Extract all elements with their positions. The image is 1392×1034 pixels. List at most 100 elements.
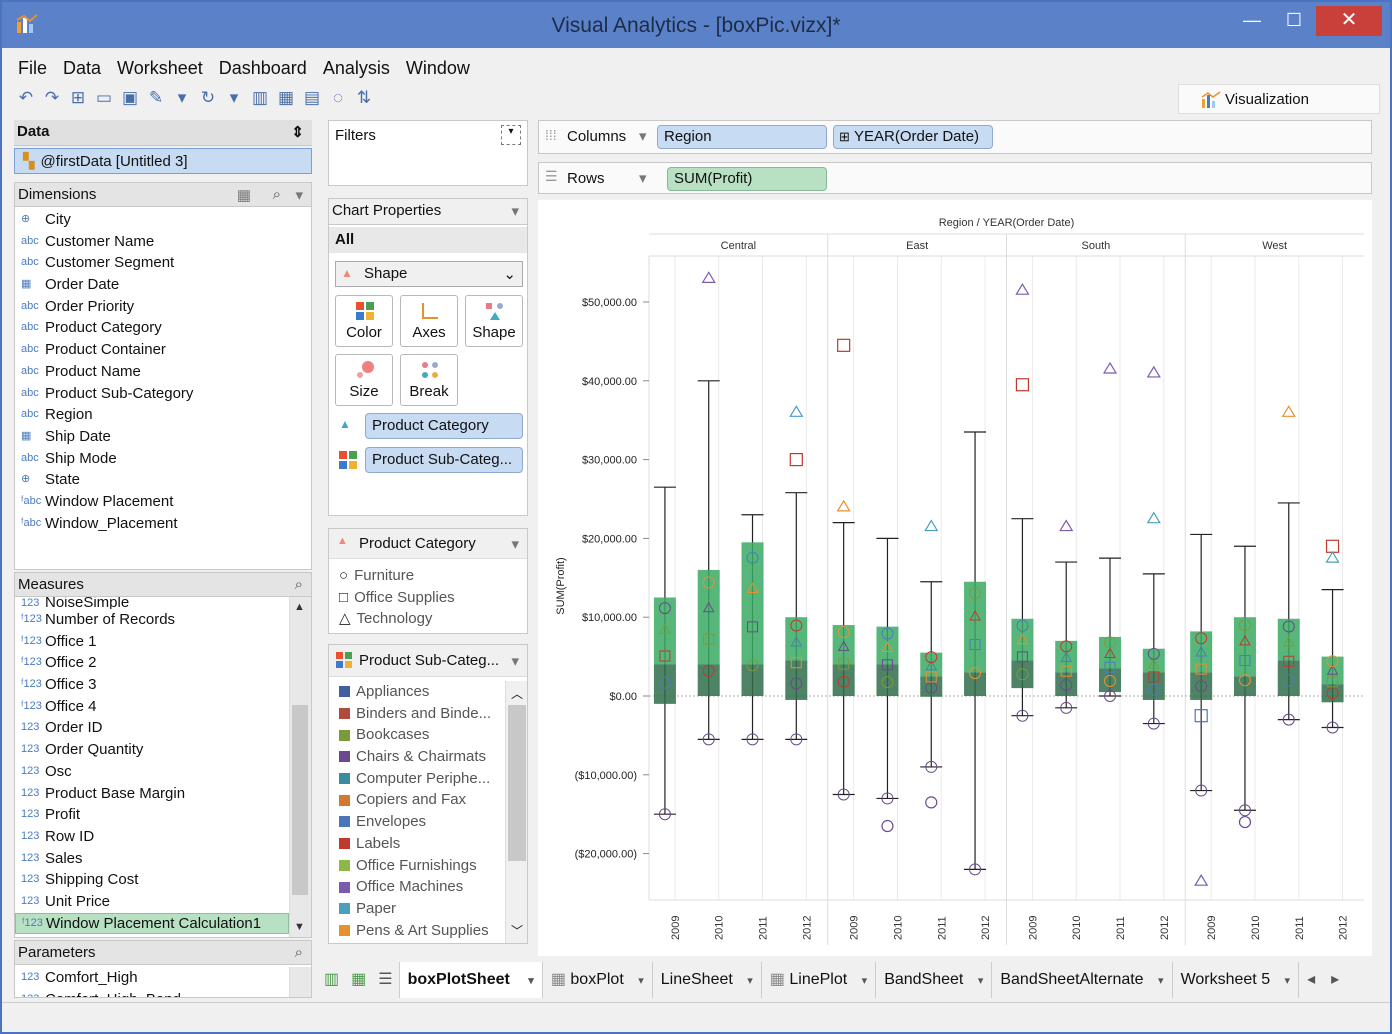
field-item[interactable]: ▦ Order Date [15,274,311,296]
field-item[interactable]: ᶠ123 Office 1 [15,631,289,653]
chevron-down-icon[interactable]: ▾ [511,652,519,670]
tab-lineplot[interactable]: ▦ LinePlot ▾ [762,962,877,998]
field-item[interactable]: abc Product Sub-Category [15,383,311,405]
mark-type-select[interactable]: ▲ Shape ⌄ [335,261,523,287]
field-item[interactable]: 123Comfort_High_Band [15,989,289,997]
dropdown-icon[interactable]: ▾ [172,88,192,108]
sort-icon[interactable]: ⇕ [291,123,304,141]
field-item[interactable]: 123 Shipping Cost [15,869,289,891]
field-item[interactable]: 123 Row ID [15,826,289,848]
maximize-button[interactable]: ☐ [1276,6,1312,36]
lasso-icon[interactable]: ◌ [328,88,348,108]
field-item[interactable]: ᶠ123 Office 3 [15,674,289,696]
field-item[interactable]: abc Order Priority [15,296,311,318]
field-item[interactable]: ⊕ State [15,469,311,491]
field-item[interactable]: ᶠ123 Office 4 [15,696,289,718]
scroll-up-icon[interactable]: ︿ [511,685,523,702]
rows-pill-profit[interactable]: SUM(Profit) [667,167,827,191]
subcategory-scrollbar[interactable]: ︿ ﹀ [505,681,527,943]
title-bar[interactable]: Visual Analytics - [boxPic.vizx]* — ☐ ✕ [2,2,1390,48]
field-item[interactable]: ▦ Ship Date [15,426,311,448]
new-dashboard-icon[interactable]: ▦ [345,962,372,998]
field-item[interactable]: 123 Product Base Margin [15,783,289,805]
field-item[interactable]: abc Product Category [15,317,311,339]
tab-bandsheetalternate[interactable]: BandSheetAlternate ▾ [992,962,1173,998]
menu-dashboard[interactable]: Dashboard [211,54,315,82]
swap-icon[interactable]: ⇅ [354,88,374,108]
field-item[interactable]: ᶠ123 Number of Records [15,609,289,631]
scroll-thumb[interactable] [508,705,526,861]
add-chart-icon[interactable]: ▥ [250,88,270,108]
scroll-down-icon[interactable]: ﹀ [511,922,523,939]
search-icon[interactable]: ⌕ [295,944,303,961]
legend-item[interactable]: Computer Periphe... [329,768,503,790]
menu-worksheet[interactable]: Worksheet [109,54,211,82]
color-button[interactable]: Color [335,295,393,347]
chevron-down-icon[interactable]: ▾ [978,975,984,987]
field-item[interactable]: 123 NoiseSimple [15,597,289,609]
field-item[interactable]: abc Region [15,404,311,426]
field-item[interactable]: 123 Sales [15,848,289,870]
chevron-down-icon[interactable]: ▾ [747,975,753,987]
search-icon[interactable]: ⌕ [295,576,303,593]
close-button[interactable]: ✕ [1316,6,1382,36]
color-field-pill[interactable]: Product Sub-Categ... [365,447,523,473]
shape-button[interactable]: Shape [465,295,523,347]
chevron-down-icon[interactable]: ▾ [1158,975,1164,987]
field-item[interactable]: abc Ship Mode [15,448,311,470]
grid-icon[interactable]: ▦ [276,88,296,108]
legend-item[interactable]: △ Technology [329,608,527,630]
chevron-down-icon[interactable]: ▾ [639,169,647,187]
data-source-item[interactable]: ▚ @firstData [Untitled 3] [14,148,312,174]
field-item[interactable]: 123 Unit Price [15,891,289,913]
menu-window[interactable]: Window [398,54,478,82]
expand-icon[interactable]: ⊞ [839,126,850,148]
chevron-down-icon[interactable]: ▾ [1285,975,1291,987]
legend-item[interactable]: Labels [329,833,503,855]
scroll-up-icon[interactable]: ▲ [294,601,305,613]
filter-menu-icon[interactable]: ▾ [501,125,521,145]
field-item[interactable]: 123 Order ID [15,717,289,739]
legend-item[interactable]: Pens & Art Supplies [329,920,503,942]
field-item[interactable]: abc Product Container [15,339,311,361]
data-source-icon[interactable]: ✎ [146,88,166,108]
field-item[interactable]: ᶠ123 Office 2 [15,652,289,674]
field-item[interactable]: abc Product Name [15,361,311,383]
table-icon[interactable]: ▦ [237,186,251,204]
field-item[interactable]: 123 Comfort_High [15,967,289,989]
shape-field-pill[interactable]: Product Category [365,413,523,439]
new-worksheet-icon[interactable]: ▥ [318,962,345,998]
bar-chart-icon[interactable]: ▤ [302,88,322,108]
field-item[interactable]: 123 Profit [15,804,289,826]
dropdown-icon[interactable]: ▾ [224,88,244,108]
menu-file[interactable]: File [10,54,55,82]
legend-item[interactable]: Copiers and Fax [329,789,503,811]
legend-item[interactable]: Bookcases [329,724,503,746]
break-button[interactable]: Break [400,354,458,406]
measures-scrollbar[interactable]: ▲ ▼ [289,597,311,937]
legend-item[interactable]: Appliances [329,681,503,703]
chevron-down-icon[interactable]: ▾ [862,975,868,987]
parameters-scrollbar[interactable] [289,967,311,997]
chevron-down-icon[interactable]: ▾ [511,535,519,553]
legend-item[interactable]: ○ Furniture [329,565,527,587]
tab-scroll-left-icon[interactable]: ◂ [1299,962,1323,998]
save-icon[interactable]: ▣ [120,88,140,108]
refresh-icon[interactable]: ↻ [198,88,218,108]
axes-button[interactable]: Axes [400,295,458,347]
field-item[interactable]: ᶠabc Window_Placement [15,513,311,535]
legend-item[interactable]: Paper [329,898,503,920]
open-folder-icon[interactable]: ▭ [94,88,114,108]
scroll-down-icon[interactable]: ▼ [294,921,305,933]
legend-item[interactable]: □ Office Supplies [329,587,527,609]
chevron-down-icon[interactable]: ▾ [511,202,519,220]
undo-icon[interactable]: ↶ [16,88,36,108]
legend-item[interactable]: Binders and Binde... [329,703,503,725]
chevron-down-icon[interactable]: ▾ [528,975,534,987]
tab-linesheet[interactable]: LineSheet ▾ [653,962,762,998]
visualization-tab[interactable]: Visualization [1178,84,1380,114]
field-item[interactable]: ᶠ123 Window Placement Calculation1 [15,912,289,935]
sheet-list-icon[interactable]: ☰ [372,962,400,998]
new-sheet-icon[interactable]: ⊞ [68,88,88,108]
field-item[interactable]: ᶠabc Window Placement [15,491,311,513]
